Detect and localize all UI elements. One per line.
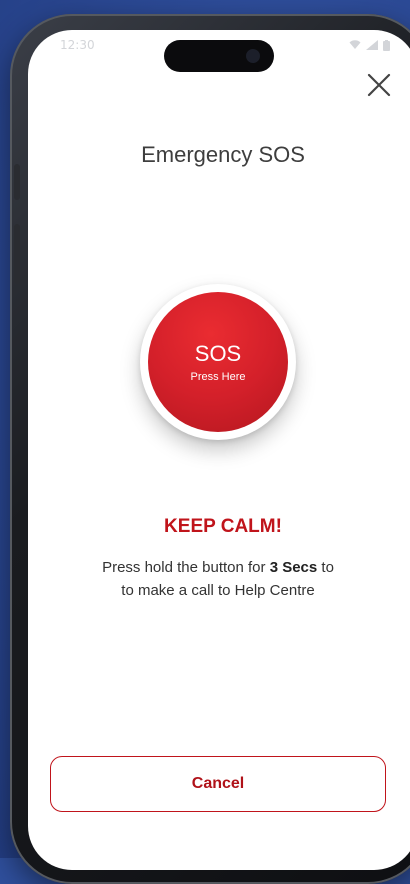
sos-sublabel: Press Here	[190, 371, 245, 383]
signal-icon	[366, 40, 378, 50]
instructions-text: Press hold the button for 3 Secs to to m…	[58, 556, 378, 602]
instructions-prefix: Press hold the button for	[102, 559, 270, 576]
sos-button-ring: SOS Press Here	[140, 284, 296, 440]
app-screen: 12:30 Emergency SOS SOS Press Here KEEP	[28, 30, 410, 870]
status-icons	[349, 40, 390, 51]
camera-notch	[164, 40, 274, 72]
instructions-duration: 3 Secs	[270, 559, 318, 576]
instructions-line2: to make a call to Help Centre	[121, 582, 314, 599]
phone-side-button	[14, 164, 20, 200]
sos-button[interactable]: SOS Press Here	[148, 292, 288, 432]
sos-label: SOS	[195, 341, 241, 367]
page-title: Emergency SOS	[28, 142, 410, 168]
instructions-suffix: to	[317, 559, 334, 576]
keep-calm-heading: KEEP CALM!	[28, 516, 410, 538]
phone-volume-button	[14, 224, 20, 284]
close-button[interactable]	[364, 70, 394, 100]
cancel-button[interactable]: Cancel	[50, 756, 386, 812]
close-icon	[364, 70, 394, 100]
wifi-icon	[349, 40, 361, 50]
status-time: 12:30	[60, 38, 95, 52]
battery-icon	[383, 40, 390, 51]
